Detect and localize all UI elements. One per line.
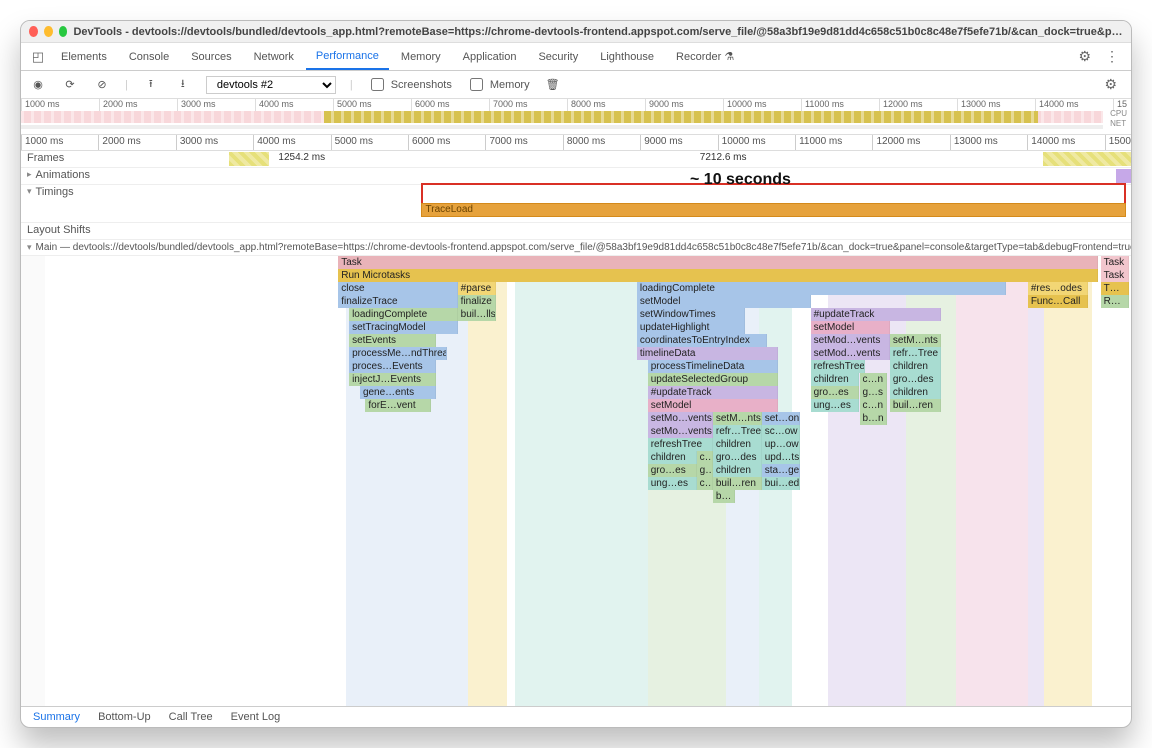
chevron-down-icon[interactable]: ▾ [27, 242, 32, 253]
more-icon[interactable]: ⋮ [1099, 48, 1125, 65]
timeline-ruler[interactable]: 1000 ms2000 ms3000 ms4000 ms5000 ms6000 … [21, 135, 1131, 151]
tab-network[interactable]: Network [244, 45, 304, 69]
clear-button[interactable]: ⊘ [93, 76, 111, 94]
task-bar[interactable]: Task [338, 256, 1098, 269]
details-tabs: Summary Bottom-Up Call Tree Event Log [21, 706, 1131, 727]
overview-minimap[interactable]: 1000 ms2000 ms3000 ms4000 ms5000 ms6000 … [21, 99, 1131, 135]
cpu-overview [21, 111, 1103, 123]
timings-track[interactable]: ▾Timings ~ 10 seconds TraceLoad [21, 185, 1131, 223]
window-title: DevTools - devtools://devtools/bundled/d… [73, 26, 1123, 38]
chevron-right-icon[interactable]: ▸ [27, 169, 32, 180]
inspect-icon[interactable]: ◰ [27, 49, 49, 65]
minimize-icon[interactable] [44, 26, 53, 37]
capture-settings-icon[interactable]: ⚙ [1098, 76, 1123, 93]
gc-button[interactable]: 🗑 [544, 76, 562, 94]
flask-icon: ⚗ [724, 51, 734, 63]
net-label: NET [1110, 119, 1127, 129]
frame-duration-1: 1254.2 ms [278, 152, 325, 163]
load-profile-button[interactable]: ⭱ [142, 76, 160, 94]
save-profile-button[interactable]: ⭳ [174, 76, 192, 94]
memory-toggle[interactable]: Memory [466, 75, 530, 94]
tab-elements[interactable]: Elements [51, 45, 117, 69]
panel-tabs: ◰ Elements Console Sources Network Perfo… [21, 43, 1131, 71]
tab-sources[interactable]: Sources [181, 45, 241, 69]
titlebar: DevTools - devtools://devtools/bundled/d… [21, 21, 1131, 43]
tab-recorder[interactable]: Recorder ⚗ [666, 44, 744, 69]
close-icon[interactable] [29, 26, 38, 37]
tab-console[interactable]: Console [119, 45, 179, 69]
chevron-down-icon[interactable]: ▾ [27, 186, 32, 197]
performance-toolbar: ◉ ⟳ ⊘ | ⭱ ⭳ devtools #2 | Screenshots Me… [21, 71, 1131, 99]
run-microtasks[interactable]: Run Microtasks [338, 269, 1098, 282]
flame-chart[interactable]: Task Task Run Microtasks Task close #par… [21, 256, 1131, 706]
zoom-icon[interactable] [59, 26, 68, 37]
tab-application[interactable]: Application [453, 45, 527, 69]
timing-traceload[interactable]: TraceLoad [421, 203, 1127, 217]
main-thread-header[interactable]: ▾ Main — devtools://devtools/bundled/dev… [21, 240, 1131, 256]
screenshots-toggle[interactable]: Screenshots [367, 75, 452, 94]
tab-bottom-up[interactable]: Bottom-Up [98, 711, 151, 723]
tab-memory[interactable]: Memory [391, 45, 451, 69]
frames-track[interactable]: Frames 1254.2 ms 7212.6 ms [21, 151, 1131, 168]
net-overview [21, 125, 1103, 129]
tab-lighthouse[interactable]: Lighthouse [590, 45, 664, 69]
reload-button[interactable]: ⟳ [61, 76, 79, 94]
settings-icon[interactable]: ⚙ [1072, 48, 1097, 65]
tab-security[interactable]: Security [528, 45, 588, 69]
tab-performance[interactable]: Performance [306, 44, 389, 70]
record-button[interactable]: ◉ [29, 76, 47, 94]
task-bar[interactable]: Task [1101, 256, 1129, 269]
overlay-annotation: ~ 10 seconds [690, 171, 791, 189]
tracks-area: Frames 1254.2 ms 7212.6 ms ▸Animations ▾… [21, 151, 1131, 240]
tab-event-log[interactable]: Event Log [231, 711, 281, 723]
profile-select[interactable]: devtools #2 [206, 76, 336, 94]
devtools-window: DevTools - devtools://devtools/bundled/d… [20, 20, 1132, 728]
layout-shifts-track[interactable]: Layout Shifts [21, 223, 1131, 240]
frame-duration-2: 7212.6 ms [700, 152, 747, 163]
cpu-label: CPU [1110, 109, 1127, 119]
tab-summary[interactable]: Summary [33, 711, 80, 723]
tab-call-tree[interactable]: Call Tree [169, 711, 213, 723]
